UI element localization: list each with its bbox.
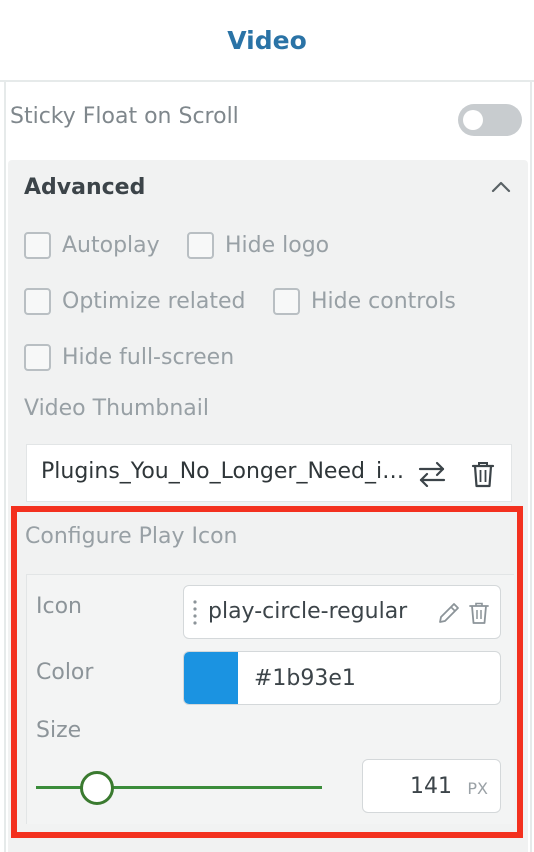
checkbox-box[interactable] bbox=[24, 232, 51, 259]
slider-thumb[interactable] bbox=[80, 771, 114, 805]
size-label: Size bbox=[36, 718, 82, 743]
video-thumbnail-label: Video Thumbnail bbox=[24, 396, 210, 421]
checkbox-box[interactable] bbox=[24, 288, 51, 315]
slider-track[interactable] bbox=[36, 786, 322, 789]
checkbox-box[interactable] bbox=[24, 344, 51, 371]
checkbox-label: Hide logo bbox=[225, 233, 330, 258]
pencil-icon[interactable] bbox=[436, 600, 462, 626]
size-slider[interactable] bbox=[36, 770, 322, 806]
hide-controls-checkbox[interactable]: Hide controls bbox=[273, 288, 456, 315]
checkbox-label: Hide controls bbox=[311, 289, 456, 314]
optimize-related-checkbox[interactable]: Optimize related bbox=[24, 288, 245, 315]
configure-play-icon-title: Configure Play Icon bbox=[25, 524, 238, 549]
checkbox-label: Optimize related bbox=[62, 289, 246, 314]
color-swatch[interactable] bbox=[184, 652, 238, 704]
sticky-float-label: Sticky Float on Scroll bbox=[10, 104, 239, 129]
color-field[interactable]: #1b93e1 bbox=[183, 651, 501, 705]
checkbox-box[interactable] bbox=[187, 232, 214, 259]
panel-header: Video bbox=[0, 0, 534, 82]
size-input[interactable]: 141 PX bbox=[362, 759, 501, 813]
sticky-float-toggle[interactable] bbox=[458, 104, 522, 136]
icon-value: play-circle-regular bbox=[208, 599, 408, 624]
icon-picker-field[interactable]: play-circle-regular bbox=[183, 585, 501, 639]
trash-icon[interactable] bbox=[471, 460, 495, 488]
advanced-title[interactable]: Advanced bbox=[24, 175, 145, 200]
checkbox-box[interactable] bbox=[273, 288, 300, 315]
hide-fullscreen-checkbox[interactable]: Hide full-screen bbox=[24, 344, 234, 371]
icon-label: Icon bbox=[36, 594, 82, 619]
sticky-float-row: Sticky Float on Scroll bbox=[10, 104, 239, 129]
panel-title: Video bbox=[227, 26, 307, 55]
size-unit: PX bbox=[467, 779, 488, 798]
toggle-knob bbox=[463, 110, 483, 130]
hide-logo-checkbox[interactable]: Hide logo bbox=[187, 232, 329, 259]
swap-icon[interactable] bbox=[417, 461, 447, 487]
size-value[interactable]: 141 bbox=[410, 774, 452, 799]
color-label: Color bbox=[36, 660, 94, 685]
drag-handle-icon[interactable] bbox=[192, 599, 198, 627]
checkbox-label: Autoplay bbox=[62, 233, 160, 258]
autoplay-checkbox[interactable]: Autoplay bbox=[24, 232, 160, 259]
trash-icon[interactable] bbox=[468, 601, 490, 625]
checkbox-label: Hide full-screen bbox=[62, 345, 235, 370]
chevron-up-icon[interactable] bbox=[488, 174, 514, 200]
color-value[interactable]: #1b93e1 bbox=[254, 666, 356, 691]
thumbnail-filename: Plugins_You_No_Longer_Need_in_2020 bbox=[41, 459, 409, 484]
video-thumbnail-field: Plugins_You_No_Longer_Need_in_2020 bbox=[26, 444, 512, 502]
